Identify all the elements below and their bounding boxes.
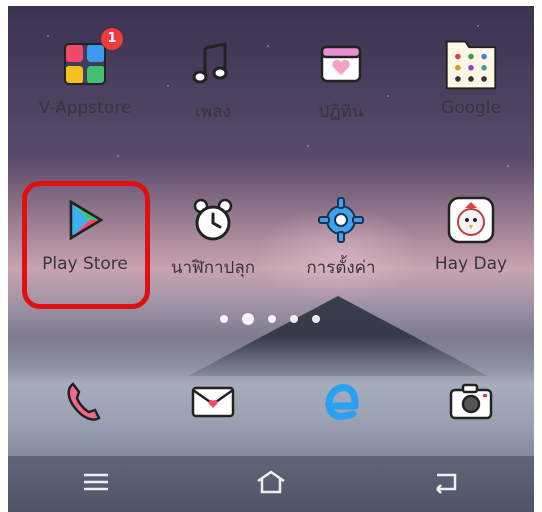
home-icon: [257, 470, 285, 494]
app-alarm[interactable]: นาฬิกาปลุก: [158, 192, 268, 281]
app-settings[interactable]: การตั้งค่า: [286, 192, 396, 281]
app-google-folder[interactable]: Google: [416, 36, 526, 118]
app-v-appstore[interactable]: 1 V-Appstore: [30, 28, 140, 118]
google-folder-icon: [443, 36, 499, 92]
hay-day-icon: [443, 192, 499, 248]
alarm-clock-icon: [185, 192, 241, 248]
page-dot: [220, 315, 228, 323]
notification-badge: 1: [101, 28, 123, 50]
back-icon: [436, 473, 457, 494]
page-indicator[interactable]: [220, 313, 320, 325]
app-label: การตั้งค่า: [306, 258, 376, 278]
menu-icon: [83, 473, 108, 491]
calendar-heart-icon: [313, 36, 369, 92]
navigation-bar: [8, 452, 534, 512]
page-dot: [268, 315, 276, 323]
settings-gear-icon: [313, 192, 369, 248]
apps-grid-icon: 1: [57, 28, 123, 92]
menu-button[interactable]: [76, 462, 116, 502]
home-screen: 1 V-Appstore เพลง ปฏิทิน Google Play Sto…: [8, 6, 534, 512]
app-label: เพลง: [195, 102, 231, 122]
page-dot: [290, 315, 298, 323]
dock-camera[interactable]: [416, 374, 526, 430]
app-label: Google: [441, 98, 501, 118]
mail-icon: [185, 374, 241, 430]
app-play-store[interactable]: Play Store: [30, 192, 140, 274]
app-label: นาฬิกาปลุก: [170, 258, 256, 278]
app-hay-day[interactable]: Hay Day: [416, 192, 526, 274]
dock-browser[interactable]: [286, 374, 396, 430]
app-label: Play Store: [42, 254, 128, 274]
page-dot: [312, 315, 320, 323]
home-button[interactable]: [251, 462, 291, 502]
app-music[interactable]: เพลง: [158, 36, 268, 125]
app-label: V-Appstore: [38, 98, 132, 118]
app-label: ปฏิทิน: [318, 102, 364, 122]
play-store-icon: [57, 192, 113, 248]
dock-mail[interactable]: [158, 374, 268, 430]
app-label: Hay Day: [434, 254, 508, 274]
browser-icon: [313, 374, 369, 430]
app-calendar[interactable]: ปฏิทิน: [286, 36, 396, 125]
page-dot-active: [242, 313, 254, 325]
camera-icon: [443, 374, 499, 430]
back-button[interactable]: [426, 462, 466, 502]
music-note-icon: [185, 36, 241, 92]
phone-icon: [57, 374, 113, 430]
dock-phone[interactable]: [30, 374, 140, 430]
